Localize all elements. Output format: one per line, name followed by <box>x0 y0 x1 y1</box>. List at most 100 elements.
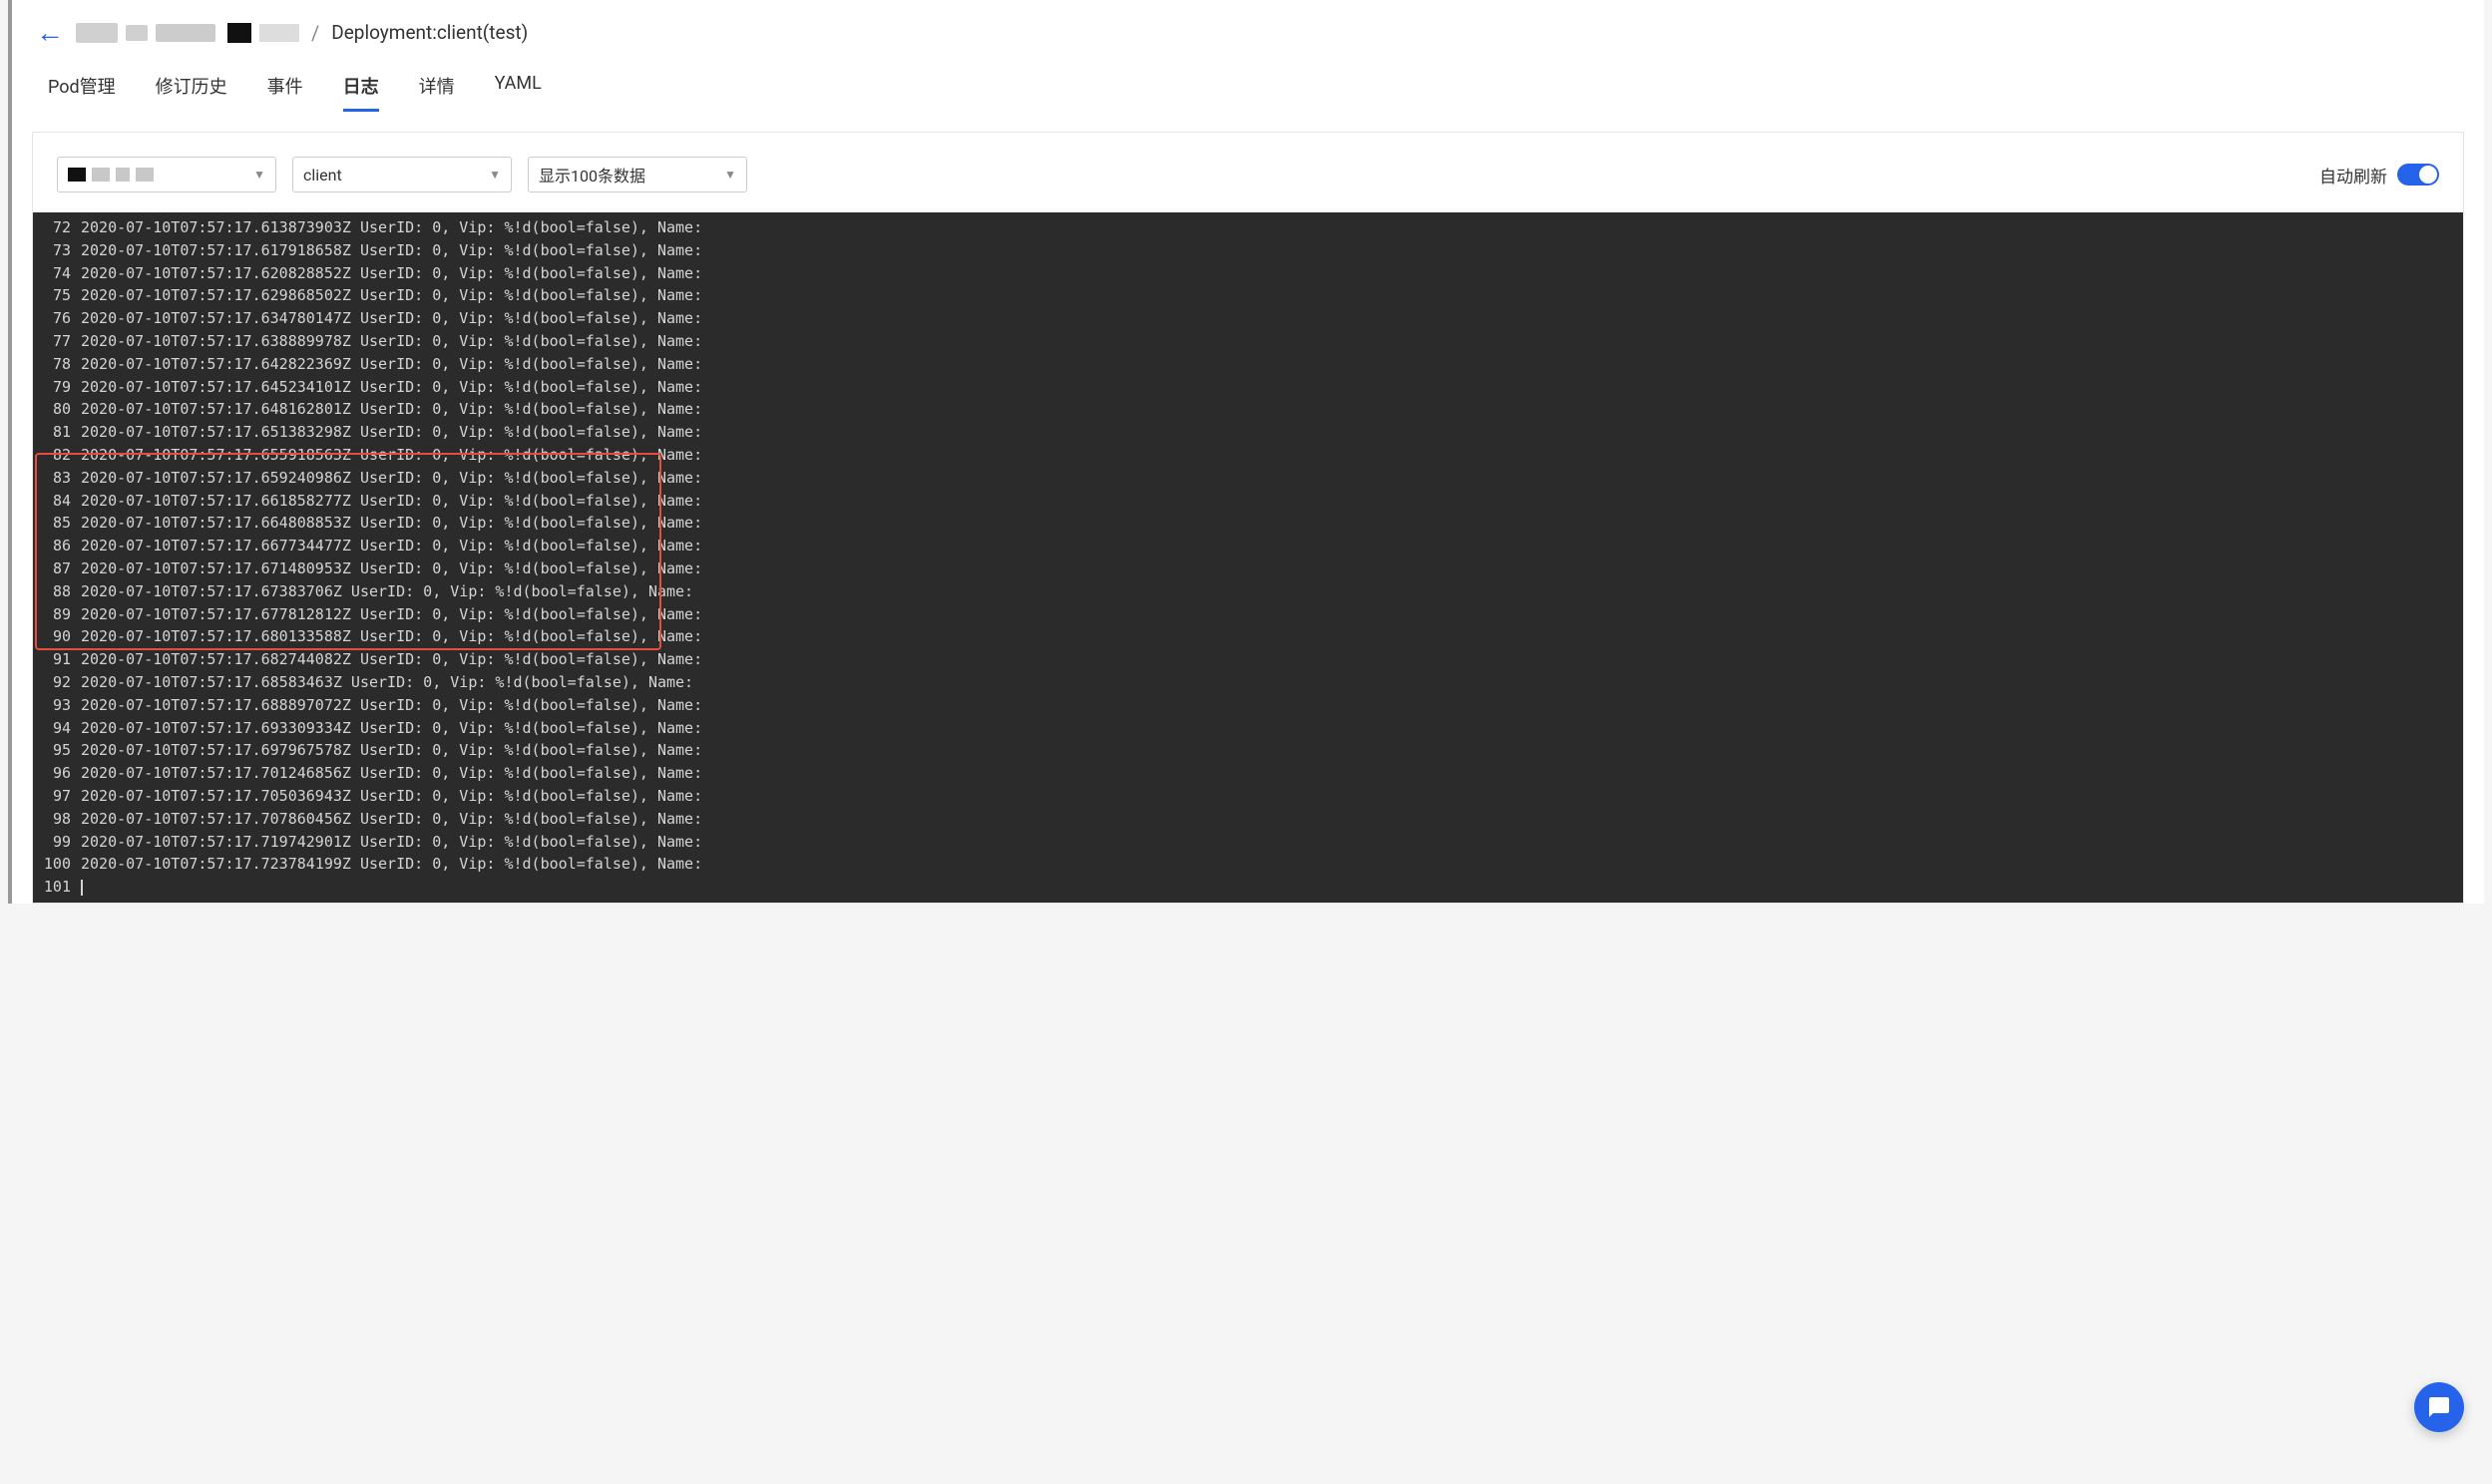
tabs: Pod管理修订历史事件日志详情 YAML <box>12 57 2484 112</box>
log-line-text: 2020-07-10T07:57:17.617918658Z UserID: 0… <box>81 239 2463 262</box>
log-line-text: 2020-07-10T07:57:17.701246856Z UserID: 0… <box>81 762 2463 785</box>
log-line-text: 2020-07-10T07:57:17.642822369Z UserID: 0… <box>81 353 2463 376</box>
log-line: 882020-07-10T07:57:17.67383706Z UserID: … <box>33 580 2463 603</box>
log-line: 1002020-07-10T07:57:17.723784199Z UserID… <box>33 853 2463 876</box>
log-line: 962020-07-10T07:57:17.701246856Z UserID:… <box>33 762 2463 785</box>
log-line-number: 83 <box>33 467 81 490</box>
log-line: 982020-07-10T07:57:17.707860456Z UserID:… <box>33 808 2463 831</box>
log-line-text: 2020-07-10T07:57:17.620828852Z UserID: 0… <box>81 262 2463 285</box>
log-line: 802020-07-10T07:57:17.648162801Z UserID:… <box>33 398 2463 421</box>
log-line: 972020-07-10T07:57:17.705036943Z UserID:… <box>33 785 2463 808</box>
log-line-number: 76 <box>33 307 81 330</box>
chat-icon <box>2427 1395 2451 1419</box>
log-line-text: 2020-07-10T07:57:17.645234101Z UserID: 0… <box>81 376 2463 399</box>
log-panel: ▼ client ▼ 显示100条数据 ▼ 自动刷新 722020-07-10T… <box>32 132 2464 904</box>
log-line-number: 89 <box>33 603 81 626</box>
count-select-value: 显示100条数据 <box>539 163 645 186</box>
log-line-number: 80 <box>33 398 81 421</box>
log-line-text: 2020-07-10T07:57:17.723784199Z UserID: 0… <box>81 853 2463 876</box>
count-select[interactable]: 显示100条数据 ▼ <box>528 157 747 192</box>
log-line-number: 86 <box>33 535 81 557</box>
log-line-text: 2020-07-10T07:57:17.659240986Z UserID: 0… <box>81 467 2463 490</box>
log-line-text: 2020-07-10T07:57:17.67383706Z UserID: 0,… <box>81 580 2463 603</box>
log-line-number: 100 <box>33 853 81 876</box>
log-line: 942020-07-10T07:57:17.693309334Z UserID:… <box>33 717 2463 740</box>
log-line: 902020-07-10T07:57:17.680133588Z UserID:… <box>33 625 2463 648</box>
log-line-number: 84 <box>33 490 81 513</box>
log-line: 912020-07-10T07:57:17.682744082Z UserID:… <box>33 648 2463 671</box>
log-line-number: 88 <box>33 580 81 603</box>
log-line-text: 2020-07-10T07:57:17.634780147Z UserID: 0… <box>81 307 2463 330</box>
log-line-number: 96 <box>33 762 81 785</box>
log-line: 992020-07-10T07:57:17.719742901Z UserID:… <box>33 831 2463 854</box>
log-line-number: 72 <box>33 216 81 239</box>
log-line-number: 78 <box>33 353 81 376</box>
chevron-down-icon: ▼ <box>253 168 265 182</box>
tab-4[interactable]: 详情 <box>419 67 455 111</box>
log-line-number: 85 <box>33 512 81 535</box>
log-line-number: 91 <box>33 648 81 671</box>
log-cursor-line: 101 <box>33 876 2463 899</box>
log-line-text: 2020-07-10T07:57:17.697967578Z UserID: 0… <box>81 739 2463 762</box>
log-line: 872020-07-10T07:57:17.671480953Z UserID:… <box>33 557 2463 580</box>
log-line: 732020-07-10T07:57:17.617918658Z UserID:… <box>33 239 2463 262</box>
breadcrumb-redacted-2 <box>227 23 299 43</box>
auto-refresh-label: 自动刷新 <box>2319 163 2387 187</box>
log-line: 862020-07-10T07:57:17.667734477Z UserID:… <box>33 535 2463 557</box>
breadcrumb-separator: / <box>311 21 319 45</box>
log-line-text: 2020-07-10T07:57:17.667734477Z UserID: 0… <box>81 535 2463 557</box>
back-arrow-icon[interactable]: ← <box>36 16 64 49</box>
log-line-text: 2020-07-10T07:57:17.655918563Z UserID: 0… <box>81 444 2463 467</box>
log-line-text: 2020-07-10T07:57:17.68583463Z UserID: 0,… <box>81 671 2463 694</box>
tab-0[interactable]: Pod管理 <box>48 67 116 111</box>
log-line-number: 94 <box>33 717 81 740</box>
log-line-text: 2020-07-10T07:57:17.651383298Z UserID: 0… <box>81 421 2463 444</box>
log-line: 832020-07-10T07:57:17.659240986Z UserID:… <box>33 467 2463 490</box>
chevron-down-icon: ▼ <box>489 168 501 182</box>
container-select-value: client <box>303 166 342 185</box>
log-line-text: 2020-07-10T07:57:17.671480953Z UserID: 0… <box>81 557 2463 580</box>
log-line: 792020-07-10T07:57:17.645234101Z UserID:… <box>33 376 2463 399</box>
log-line-text: 2020-07-10T07:57:17.688897072Z UserID: 0… <box>81 694 2463 717</box>
breadcrumb-title: Deployment:client(test) <box>331 21 528 44</box>
auto-refresh-toggle[interactable] <box>2397 164 2439 186</box>
log-line-text: 2020-07-10T07:57:17.638889978Z UserID: 0… <box>81 330 2463 353</box>
log-line: 752020-07-10T07:57:17.629868502Z UserID:… <box>33 284 2463 307</box>
log-line: 762020-07-10T07:57:17.634780147Z UserID:… <box>33 307 2463 330</box>
log-line-number: 99 <box>33 831 81 854</box>
log-line-number: 92 <box>33 671 81 694</box>
log-line-text: 2020-07-10T07:57:17.693309334Z UserID: 0… <box>81 717 2463 740</box>
log-line-text: 2020-07-10T07:57:17.705036943Z UserID: 0… <box>81 785 2463 808</box>
log-line: 852020-07-10T07:57:17.664808853Z UserID:… <box>33 512 2463 535</box>
log-controls: ▼ client ▼ 显示100条数据 ▼ 自动刷新 <box>33 157 2463 212</box>
log-line: 842020-07-10T07:57:17.661858277Z UserID:… <box>33 490 2463 513</box>
log-line-text: 2020-07-10T07:57:17.707860456Z UserID: 0… <box>81 808 2463 831</box>
log-line: 932020-07-10T07:57:17.688897072Z UserID:… <box>33 694 2463 717</box>
log-line: 782020-07-10T07:57:17.642822369Z UserID:… <box>33 353 2463 376</box>
log-line-text: 2020-07-10T07:57:17.680133588Z UserID: 0… <box>81 625 2463 648</box>
chat-fab[interactable] <box>2414 1382 2464 1432</box>
log-line-text: 2020-07-10T07:57:17.629868502Z UserID: 0… <box>81 284 2463 307</box>
log-line: 822020-07-10T07:57:17.655918563Z UserID:… <box>33 444 2463 467</box>
pod-select[interactable]: ▼ <box>57 157 276 192</box>
log-line: 812020-07-10T07:57:17.651383298Z UserID:… <box>33 421 2463 444</box>
log-line: 722020-07-10T07:57:17.613873903Z UserID:… <box>33 216 2463 239</box>
container-select[interactable]: client ▼ <box>292 157 512 192</box>
log-viewer[interactable]: 722020-07-10T07:57:17.613873903Z UserID:… <box>33 212 2463 903</box>
log-line: 742020-07-10T07:57:17.620828852Z UserID:… <box>33 262 2463 285</box>
log-line: 892020-07-10T07:57:17.677812812Z UserID:… <box>33 603 2463 626</box>
log-line-text: 2020-07-10T07:57:17.682744082Z UserID: 0… <box>81 648 2463 671</box>
breadcrumb-redacted-1 <box>76 23 215 43</box>
log-line-number: 74 <box>33 262 81 285</box>
tab-2[interactable]: 事件 <box>267 67 303 111</box>
log-line: 772020-07-10T07:57:17.638889978Z UserID:… <box>33 330 2463 353</box>
log-line-number: 97 <box>33 785 81 808</box>
log-line-number: 75 <box>33 284 81 307</box>
auto-refresh: 自动刷新 <box>2319 163 2439 187</box>
log-line: 922020-07-10T07:57:17.68583463Z UserID: … <box>33 671 2463 694</box>
tab-5[interactable]: YAML <box>495 67 542 111</box>
tab-3[interactable]: 日志 <box>343 67 379 111</box>
log-line-text: 2020-07-10T07:57:17.677812812Z UserID: 0… <box>81 603 2463 626</box>
log-line-number: 77 <box>33 330 81 353</box>
tab-1[interactable]: 修订历史 <box>156 67 227 111</box>
